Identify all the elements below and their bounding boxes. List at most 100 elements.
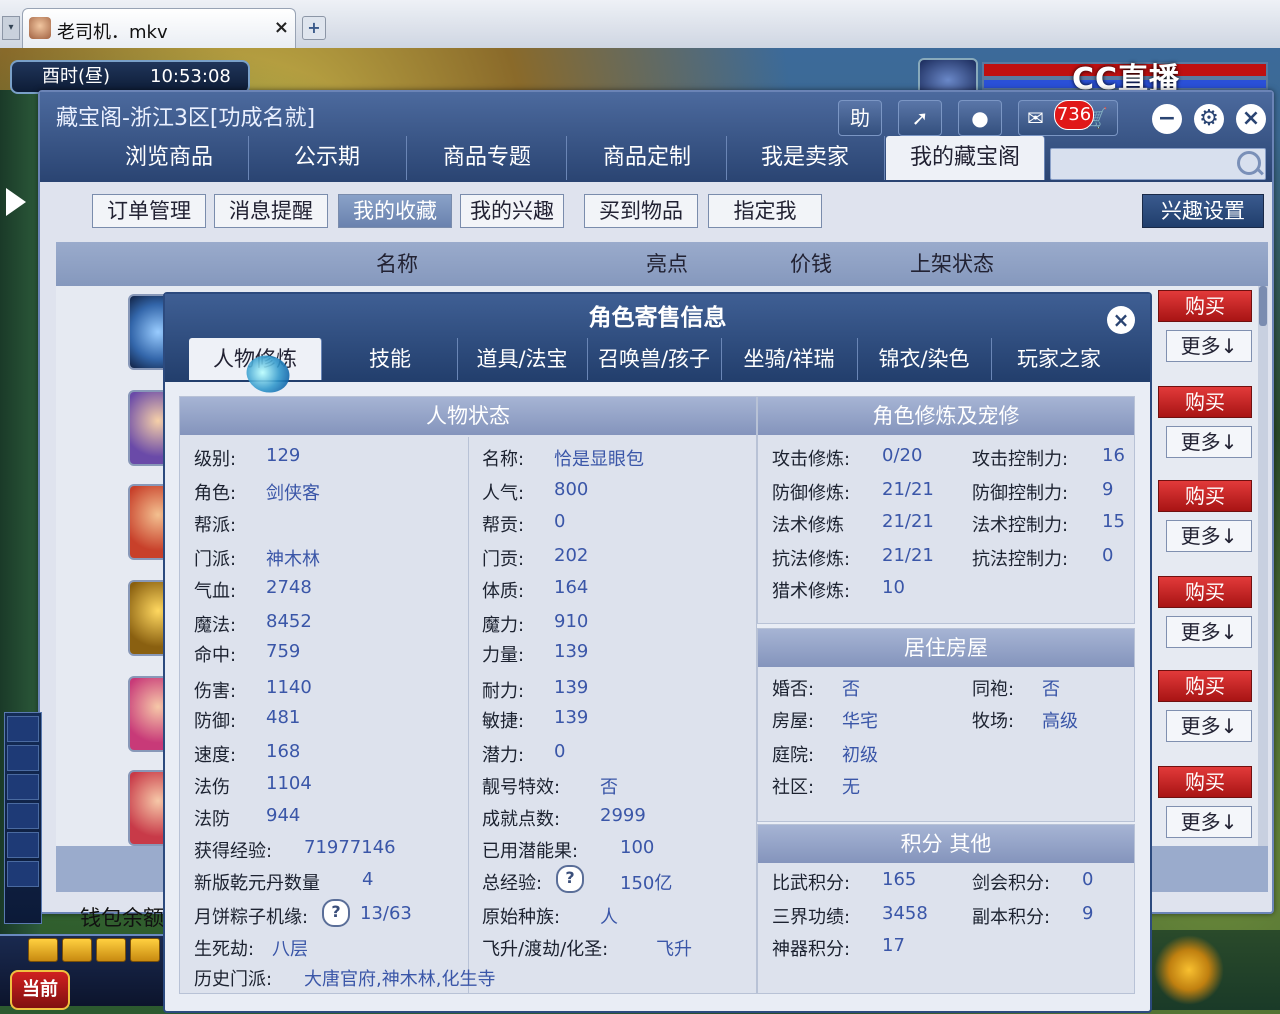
list-scrollbar[interactable] bbox=[1258, 286, 1268, 846]
play-arrow-icon[interactable] bbox=[6, 188, 26, 216]
more-button[interactable]: 更多↓ bbox=[1166, 330, 1252, 362]
question-icon[interactable]: ? bbox=[556, 865, 584, 893]
col-highlights: 亮点 bbox=[646, 252, 688, 276]
stat-value: 神木林 bbox=[266, 549, 320, 570]
video-tab[interactable]: 老司机．mkv × bbox=[22, 8, 296, 49]
buy-button[interactable]: 购买 bbox=[1158, 290, 1252, 322]
tab-public[interactable]: 公示期 bbox=[248, 136, 407, 180]
stat-value: 944 bbox=[266, 805, 301, 826]
stat-label: 房屋: bbox=[772, 711, 815, 732]
settings-icon[interactable]: ⚙ bbox=[1194, 104, 1224, 134]
dialog-close-icon[interactable]: × bbox=[1107, 306, 1135, 334]
share-button[interactable]: ➚ bbox=[898, 100, 942, 136]
subtab-assigned[interactable]: 指定我 bbox=[708, 194, 822, 228]
stat-value: 8452 bbox=[266, 611, 312, 632]
dtab-skills[interactable]: 技能 bbox=[323, 338, 458, 380]
stat-label: 猎术修炼: bbox=[772, 581, 851, 602]
more-button[interactable]: 更多↓ bbox=[1166, 616, 1252, 648]
more-button[interactable]: 更多↓ bbox=[1166, 806, 1252, 838]
stat-label: 气血: bbox=[194, 581, 237, 602]
tab-topics[interactable]: 商品专题 bbox=[408, 136, 567, 180]
stat-label: 防御修炼: bbox=[772, 483, 851, 504]
arrow-up-icon[interactable] bbox=[62, 938, 92, 962]
stat-value: 0/20 bbox=[882, 445, 923, 466]
wallet-label: 钱包余额 bbox=[80, 906, 164, 930]
tab-menu-button[interactable]: ▾ bbox=[2, 16, 20, 40]
stat-value: 481 bbox=[266, 707, 301, 728]
stat-value: 1104 bbox=[266, 773, 312, 794]
stat-label: 剑会积分: bbox=[972, 873, 1051, 894]
stat-label: 历史门派: bbox=[194, 969, 273, 990]
buy-button[interactable]: 购买 bbox=[1158, 576, 1252, 608]
stat-value: 0 bbox=[554, 511, 566, 532]
interest-settings-button[interactable]: 兴趣设置 bbox=[1142, 194, 1264, 228]
housing-panel-title: 居住房屋 bbox=[758, 629, 1134, 667]
arrow-down-icon[interactable] bbox=[96, 938, 126, 962]
dtab-pets[interactable]: 召唤兽/孩子 bbox=[587, 338, 722, 380]
scrollbar-thumb[interactable] bbox=[1259, 286, 1267, 326]
stat-value: 0 bbox=[1082, 869, 1094, 890]
buy-button[interactable]: 购买 bbox=[1158, 386, 1252, 418]
stat-value: 759 bbox=[266, 641, 301, 662]
subtab-messages[interactable]: 消息提醒 bbox=[214, 194, 328, 228]
stat-value: 剑侠客 bbox=[266, 483, 320, 504]
stat-value: 0 bbox=[1102, 545, 1114, 566]
stat-value: 人 bbox=[600, 907, 618, 928]
channel-item[interactable] bbox=[7, 803, 39, 829]
stat-value: 100 bbox=[620, 837, 655, 858]
subtab-interests[interactable]: 我的兴趣 bbox=[460, 194, 564, 228]
chat-channel-strip[interactable] bbox=[4, 712, 42, 924]
stat-value: 71977146 bbox=[304, 837, 396, 858]
channel-item[interactable] bbox=[7, 832, 39, 858]
stat-value: 139 bbox=[554, 641, 589, 662]
more-button[interactable]: 更多↓ bbox=[1166, 426, 1252, 458]
buy-button[interactable]: 购买 bbox=[1158, 480, 1252, 512]
minimize-icon[interactable]: − bbox=[1152, 104, 1182, 134]
search-input[interactable] bbox=[1050, 148, 1266, 180]
new-tab-button[interactable]: + bbox=[302, 16, 326, 40]
help-button[interactable]: 助 bbox=[838, 100, 882, 136]
current-channel-button[interactable]: 当前 bbox=[10, 970, 70, 1010]
channel-item[interactable] bbox=[7, 745, 39, 771]
tab-close-icon[interactable]: × bbox=[274, 17, 289, 38]
stat-value: 910 bbox=[554, 611, 589, 632]
share-icon: ➚ bbox=[911, 106, 929, 130]
tab-my-cangbaoge[interactable]: 我的藏宝阁 bbox=[886, 136, 1045, 180]
stat-label: 命中: bbox=[194, 645, 237, 666]
tab-seller[interactable]: 我是卖家 bbox=[726, 136, 885, 180]
stat-label: 门派: bbox=[194, 549, 237, 570]
close-icon[interactable]: × bbox=[1236, 104, 1266, 134]
more-button[interactable]: 更多↓ bbox=[1166, 520, 1252, 552]
channel-item[interactable] bbox=[7, 716, 39, 742]
buy-button[interactable]: 购买 bbox=[1158, 670, 1252, 702]
search-icon[interactable] bbox=[1237, 151, 1261, 175]
buy-button[interactable]: 购买 bbox=[1158, 766, 1252, 798]
help-icon: 助 bbox=[850, 106, 870, 130]
stat-label: 法防 bbox=[194, 809, 230, 830]
channel-item[interactable] bbox=[7, 861, 39, 887]
tab-custom[interactable]: 商品定制 bbox=[568, 136, 727, 180]
channel-item[interactable] bbox=[7, 774, 39, 800]
dtab-mounts[interactable]: 坐骑/祥瑞 bbox=[721, 338, 858, 380]
record-button[interactable]: ● bbox=[958, 100, 1002, 136]
stat-value: 否 bbox=[842, 679, 860, 700]
stat-label: 靓号特效: bbox=[482, 777, 561, 798]
tab-browse[interactable]: 浏览商品 bbox=[90, 136, 249, 180]
subtab-favorites[interactable]: 我的收藏 bbox=[338, 194, 452, 228]
status-panel-title: 人物状态 bbox=[180, 397, 756, 435]
arrow-left-icon[interactable] bbox=[28, 938, 58, 962]
stat-label: 抗法控制力: bbox=[972, 549, 1069, 570]
dtab-items[interactable]: 道具/法宝 bbox=[457, 338, 588, 380]
dtab-home[interactable]: 玩家之家 bbox=[991, 338, 1127, 380]
stat-label: 潜力: bbox=[482, 745, 525, 766]
question-icon[interactable]: ? bbox=[322, 899, 350, 927]
game-clock: 酉时(昼) 10:53:08 bbox=[10, 60, 250, 94]
subtab-orders[interactable]: 订单管理 bbox=[92, 194, 206, 228]
subtab-bought[interactable]: 买到物品 bbox=[584, 194, 698, 228]
stat-label: 法伤 bbox=[194, 777, 230, 798]
more-button[interactable]: 更多↓ bbox=[1166, 710, 1252, 742]
arrow-move-icon[interactable] bbox=[130, 938, 160, 962]
dtab-outfits[interactable]: 锦衣/染色 bbox=[857, 338, 992, 380]
stat-label: 比武积分: bbox=[772, 873, 851, 894]
stat-label: 人气: bbox=[482, 483, 525, 504]
